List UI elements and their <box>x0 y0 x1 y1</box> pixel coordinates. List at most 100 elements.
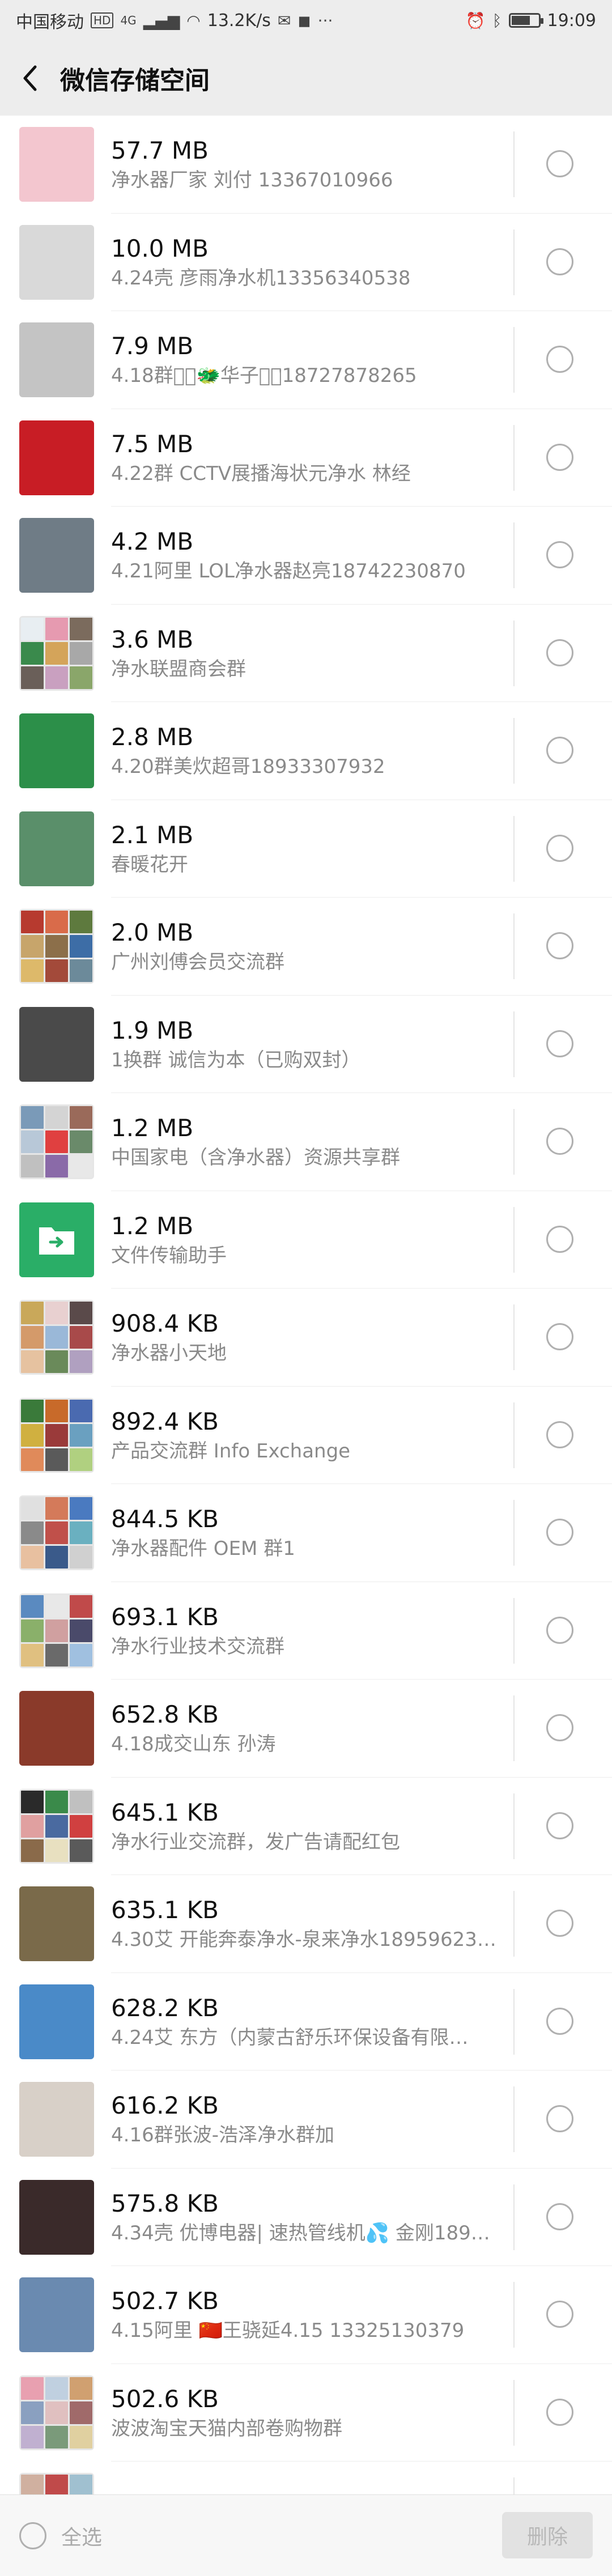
select-radio[interactable] <box>546 541 573 568</box>
select-all-checkbox[interactable] <box>19 2522 46 2549</box>
select-radio[interactable] <box>546 737 573 764</box>
list-item[interactable]: 4.2 MB 4.21阿里 LOL净水器赵亮18742230870 <box>0 507 612 605</box>
list-item[interactable]: 645.1 KB 净水行业交流群，发广告请配红包 <box>0 1778 612 1876</box>
list-item[interactable]: 892.4 KB 产品交流群 Info Exchange <box>0 1387 612 1485</box>
avatar-tile <box>45 2475 68 2494</box>
avatar-tile <box>70 1106 92 1129</box>
avatar-tile <box>45 1595 68 1618</box>
avatar <box>19 909 94 984</box>
item-size: 892.4 KB <box>111 1407 219 1435</box>
list-item[interactable]: 908.4 KB 净水器小天地 <box>0 1289 612 1387</box>
select-radio[interactable] <box>546 1128 573 1155</box>
avatar-tile <box>45 666 68 689</box>
list-item[interactable]: 575.8 KB 4.34壳 优博电器| 速热管线机💦 金刚189… <box>0 2169 612 2267</box>
avatar <box>19 2473 94 2494</box>
list-item[interactable]: 616.2 KB 4.16群张波-浩泽净水群加 <box>0 2071 612 2169</box>
avatar-tile <box>21 1521 44 1545</box>
avatar-tile <box>45 1521 68 1545</box>
list-item[interactable]: 502.7 KB 4.15阿里 🇨🇳王骁延4.15 13325130379 <box>0 2266 612 2364</box>
list-item[interactable]: 844.5 KB 净水器配件 OEM 群1 <box>0 1484 612 1582</box>
list-item[interactable]: 652.8 KB 4.18成交山东 孙涛 <box>0 1680 612 1778</box>
select-radio[interactable] <box>546 1519 573 1546</box>
select-all-label[interactable]: 全选 <box>61 2521 102 2551</box>
select-radio[interactable] <box>546 150 573 177</box>
avatar-tile <box>45 1839 68 1862</box>
avatar <box>19 2082 94 2157</box>
avatar-tile <box>45 1302 68 1325</box>
divider <box>513 620 515 686</box>
divider <box>513 327 515 393</box>
list-item[interactable]: 502.6 KB 波波淘宝天猫内部卷购物群 <box>0 2364 612 2462</box>
list-item[interactable]: 7.9 MB 4.18群ᡃ⃝ᡃ🐲华子ᡃ⃝ᡃ18727878265 <box>0 311 612 409</box>
avatar <box>19 1104 94 1180</box>
select-radio[interactable] <box>546 248 573 275</box>
avatar-tile <box>70 666 92 689</box>
select-radio[interactable] <box>546 2398 573 2426</box>
select-radio[interactable] <box>546 2301 573 2328</box>
delete-button[interactable]: 删除 <box>502 2512 593 2558</box>
select-radio[interactable] <box>546 1421 573 1448</box>
avatar-tile <box>21 959 44 983</box>
avatar-tile <box>21 1130 44 1154</box>
avatar-tile <box>21 1399 44 1422</box>
avatar-tile <box>21 1106 44 1129</box>
select-radio[interactable] <box>546 1812 573 1839</box>
item-name: 净水联盟商会群 <box>111 657 246 681</box>
list-item[interactable]: 2.0 MB 广州刘傅会员交流群 <box>0 898 612 996</box>
divider <box>513 1402 515 1468</box>
avatar <box>19 1593 94 1668</box>
list-item[interactable]: 1.9 MB 1换群 诚信为本（已购双封） <box>0 996 612 1094</box>
item-name: 4.21阿里 LOL净水器赵亮18742230870 <box>111 560 466 583</box>
select-radio[interactable] <box>546 1910 573 1937</box>
select-radio[interactable] <box>546 2105 573 2132</box>
carrier-label: 中国移动 <box>16 12 84 32</box>
avatar-tile <box>45 1448 68 1471</box>
avatar-tile <box>45 2425 68 2449</box>
avatar-tile <box>70 617 92 640</box>
select-radio[interactable] <box>546 346 573 373</box>
list-item[interactable]: 10.0 MB 4.24壳 彦雨净水机13356340538 <box>0 214 612 312</box>
list-item[interactable]: 635.1 KB 4.30艾 开能奔泰净水-泉来净水18959623… <box>0 1875 612 1973</box>
item-size: 575.8 KB <box>111 2189 219 2217</box>
list-item[interactable]: 501.9 KB <box>0 2462 612 2494</box>
avatar-tile <box>21 666 44 689</box>
avatar <box>19 1202 94 1277</box>
item-text: 628.2 KB 4.24艾 东方（内蒙古舒乐环保设备有限… <box>111 1992 612 2051</box>
avatar-tile <box>45 641 68 665</box>
network-label: 4G <box>120 14 137 27</box>
list-item[interactable]: 1.2 MB 文件传输助手 <box>0 1191 612 1289</box>
item-text: 844.5 KB 净水器配件 OEM 群1 <box>111 1503 612 1562</box>
select-radio[interactable] <box>546 1030 573 1057</box>
avatar-tile <box>45 1619 68 1642</box>
list-item[interactable]: 2.8 MB 4.20群美炊超哥18933307932 <box>0 702 612 800</box>
back-icon[interactable] <box>16 65 43 92</box>
select-radio[interactable] <box>546 2007 573 2035</box>
clock: 19:09 <box>547 10 596 31</box>
avatar-tile <box>70 2425 92 2449</box>
page-title: 微信存储空间 <box>60 66 210 95</box>
list-item[interactable]: 693.1 KB 净水行业技术交流群 <box>0 1582 612 1680</box>
list-item[interactable]: 1.2 MB 中国家电（含净水器）资源共享群 <box>0 1093 612 1191</box>
list-item[interactable]: 57.7 MB 净水器厂家 刘付 13367010966 <box>0 116 612 214</box>
select-radio[interactable] <box>546 2203 573 2230</box>
avatar-tile <box>21 1155 44 1178</box>
select-radio[interactable] <box>546 1714 573 1741</box>
list-item[interactable]: 2.1 MB 春暖花开 <box>0 800 612 898</box>
select-radio[interactable] <box>546 443 573 471</box>
select-radio[interactable] <box>546 1616 573 1644</box>
select-radio[interactable] <box>546 1225 573 1253</box>
select-radio[interactable] <box>546 639 573 666</box>
more-icon: ··· <box>317 11 333 30</box>
select-radio[interactable] <box>546 932 573 959</box>
list-item[interactable]: 7.5 MB 4.22群 CCTV展播海状元净水 林经 <box>0 409 612 507</box>
bottom-bar: 全选 删除 <box>0 2494 612 2576</box>
avatar <box>19 2179 94 2255</box>
select-radio[interactable] <box>546 834 573 862</box>
notification-icon: ◼ <box>298 11 311 30</box>
alarm-icon: ⏰ <box>465 11 486 30</box>
list-item[interactable]: 628.2 KB 4.24艾 东方（内蒙古舒乐环保设备有限… <box>0 1973 612 2071</box>
divider <box>513 1500 515 1566</box>
select-radio[interactable] <box>546 1323 573 1350</box>
list-item[interactable]: 3.6 MB 净水联盟商会群 <box>0 605 612 703</box>
avatar-tile <box>21 1814 44 1838</box>
